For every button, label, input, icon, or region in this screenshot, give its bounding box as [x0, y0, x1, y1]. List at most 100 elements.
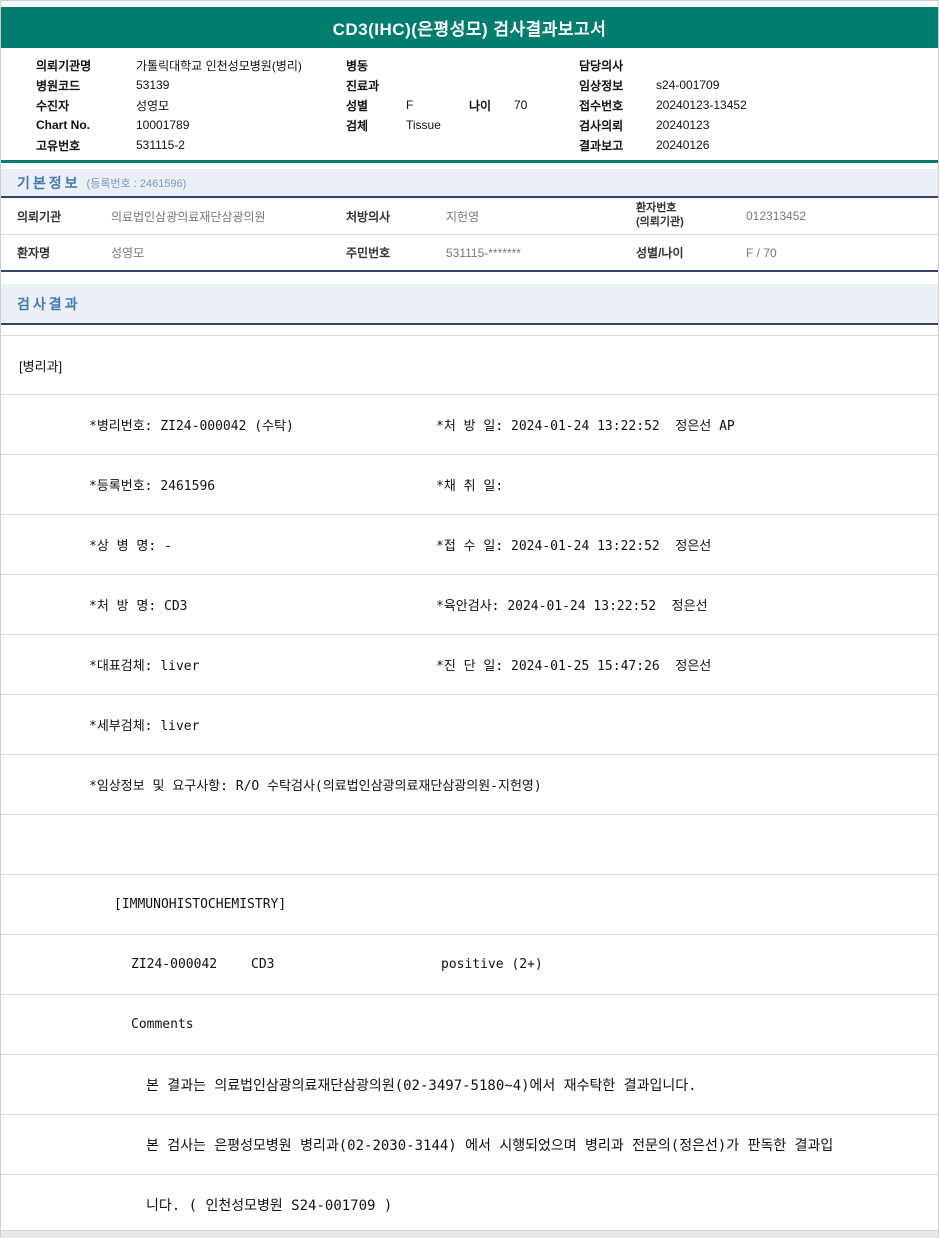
cell-label-line2: (의뢰기관) — [636, 216, 684, 228]
department-label: [병리과] — [19, 358, 63, 374]
teal-divider — [1, 160, 938, 163]
report-title: CD3(IHC)(은평성모) 검사결과보고서 — [332, 20, 607, 39]
field-label: 검체 — [346, 118, 369, 133]
section-header-test-results: 검사결과 — [1, 284, 938, 325]
cell-label: 주민번호 — [346, 246, 391, 260]
report-title-bar: CD3(IHC)(은평성모) 검사결과보고서 — [1, 7, 938, 48]
field-value: s24-001709 — [656, 78, 720, 92]
result-left: *등록번호: 2461596 — [89, 479, 216, 494]
field-label: 병동 — [346, 58, 369, 73]
result-left: *대표검체: liver — [89, 659, 200, 674]
field-label: 수진자 — [36, 98, 70, 113]
result-row-clinical-request: *임상정보 및 요구사항: R/O 수탁검사(의료법인삼광의료재단삼광의원-지헌… — [1, 755, 938, 815]
field-label: 임상정보 — [579, 78, 624, 93]
field-row-chart-no: Chart No. 10001789 — [36, 115, 302, 135]
field-label: 성별 — [346, 98, 369, 113]
field-value-sex: F — [406, 98, 414, 112]
cell-label: 성별/나이 — [636, 246, 684, 260]
department-row: [병리과] — [1, 335, 938, 395]
result-row-registration-no: *등록번호: 2461596 *채 취 일: — [1, 455, 938, 515]
result-right: *육안검사: 2024-01-24 13:22:52 정은선 — [436, 599, 708, 614]
field-row-result-report-date: 결과보고 20240126 — [579, 135, 747, 155]
patient-header-left-column: 의뢰기관명 가톨릭대학교 인천성모병원(병리) 병원코드 53139 수진자 성… — [36, 55, 302, 155]
comment-line: 본 검사는 은평성모병원 병리과(02-2030-3144) 에서 시행되었으며… — [146, 1137, 834, 1154]
field-value: 53139 — [136, 78, 170, 92]
result-row-pathology-no: *병리번호: ZI24-000042 (수탁) *처 방 일: 2024-01-… — [1, 395, 938, 455]
result-row-main-specimen: *대표검체: liver *진 단 일: 2024-01-25 15:47:26… — [1, 635, 938, 695]
result-row-diagnosis-name: *상 병 명: - *접 수 일: 2024-01-24 13:22:52 정은… — [1, 515, 938, 575]
field-row-referring-org: 의뢰기관명 가톨릭대학교 인천성모병원(병리) — [36, 55, 302, 75]
result-right: *채 취 일: — [436, 479, 504, 494]
patient-header: 의뢰기관명 가톨릭대학교 인천성모병원(병리) 병원코드 53139 수진자 성… — [1, 55, 938, 160]
result-left: *처 방 명: CD3 — [89, 599, 188, 614]
stain-result: positive (2+) — [441, 957, 543, 972]
field-label: 담당의사 — [579, 58, 624, 73]
field-value-age: 70 — [514, 98, 528, 112]
section-title: 기본정보 — [17, 174, 81, 191]
cell-value: F / 70 — [746, 245, 777, 260]
cell-label: 환자명 — [17, 246, 51, 260]
report-page: CD3(IHC)(은평성모) 검사결과보고서 의뢰기관명 가톨릭대학교 인천성모… — [0, 0, 939, 1238]
field-row-clinical-info: 임상정보 s24-001709 — [579, 75, 747, 95]
section-header-basic-info: 기본정보 (등록번호 : 2461596) — [1, 169, 938, 198]
stain-result-row: ZI24-000042 CD3 positive (2+) — [1, 935, 938, 995]
result-left: *임상정보 및 요구사항: R/O 수탁검사(의료법인삼광의료재단삼광의원-지헌… — [89, 779, 542, 794]
cell-value: 성영모 — [111, 246, 145, 260]
result-right: *처 방 일: 2024-01-24 13:22:52 정은선 AP — [436, 419, 735, 434]
field-row-ward: 병동 — [346, 55, 527, 75]
section-title: 검사결과 — [17, 295, 81, 312]
field-value: 가톨릭대학교 인천성모병원(병리) — [136, 58, 302, 73]
field-row-hospital-code: 병원코드 53139 — [36, 75, 302, 95]
field-label: 결과보고 — [579, 138, 624, 153]
table-row: 환자명 성영모 주민번호 531115-******* 성별/나이 F / 70 — [1, 235, 938, 272]
result-left: *상 병 명: - — [89, 539, 172, 554]
result-row-sub-specimen: *세부검체: liver — [1, 695, 938, 755]
cell-label: 처방의사 — [346, 209, 391, 224]
cell-label: 환자번호 (의뢰기관) — [636, 202, 746, 230]
table-row: 의뢰기관 의료법인삼광의료재단삼광의원 처방의사 지헌영 환자번호 (의뢰기관) … — [1, 198, 938, 235]
field-value: Tissue — [406, 118, 441, 132]
field-value: 20240123-13452 — [656, 98, 747, 112]
comment-line-row: 니다. ( 인천성모병원 S24-001709 ) — [1, 1175, 938, 1235]
result-row-order-name: *처 방 명: CD3 *육안검사: 2024-01-24 13:22:52 정… — [1, 575, 938, 635]
field-label: 고유번호 — [36, 138, 81, 153]
field-label: 나이 — [469, 98, 492, 113]
field-value: 20240126 — [656, 138, 710, 152]
cell-value: 531115-******* — [446, 245, 521, 260]
registration-number: (등록번호 : 2461596) — [86, 177, 187, 190]
cell-value: 012313452 — [746, 209, 807, 223]
field-row-unique-no: 고유번호 531115-2 — [36, 135, 302, 155]
field-value: 20240123 — [656, 118, 710, 132]
field-label: 의뢰기관명 — [36, 58, 92, 73]
result-left: *세부검체: liver — [89, 719, 200, 734]
immunohistochemistry-header: [IMMUNOHISTOCHEMISTRY] — [114, 897, 287, 912]
field-label: 진료과 — [346, 78, 380, 93]
field-row-patient: 수진자 성영모 — [36, 95, 302, 115]
field-row-test-request-date: 검사의뢰 20240123 — [579, 115, 747, 135]
field-row-sex-age: 성별 F 나이 70 — [346, 95, 527, 115]
cell-label: 의뢰기관 — [17, 209, 62, 224]
basic-info-table: 의뢰기관 의료법인삼광의료재단삼광의원 처방의사 지헌영 환자번호 (의뢰기관) … — [1, 198, 938, 272]
result-left: *병리번호: ZI24-000042 (수탁) — [89, 419, 294, 434]
field-row-specimen: 검체 Tissue — [346, 115, 527, 135]
field-value: 531115-2 — [136, 138, 185, 152]
page-footer — [1, 1230, 938, 1238]
result-row-empty — [1, 815, 938, 875]
comment-line: 본 결과는 의료법인삼광의료재단삼광의원(02-3497-5180~4)에서 재… — [146, 1077, 697, 1094]
result-row-comments-label: Comments — [1, 995, 938, 1055]
comment-line: 니다. ( 인천성모병원 S24-001709 ) — [146, 1197, 393, 1214]
results-body: *병리번호: ZI24-000042 (수탁) *처 방 일: 2024-01-… — [1, 395, 938, 1235]
field-value: 10001789 — [136, 118, 190, 132]
field-row-receipt-no: 접수번호 20240123-13452 — [579, 95, 747, 115]
field-label: 검사의뢰 — [579, 118, 624, 133]
field-row-department: 진료과 — [346, 75, 527, 95]
cell-value: 지헌영 — [446, 209, 480, 224]
specimen-number: ZI24-000042 — [131, 957, 218, 972]
comment-line-row: 본 결과는 의료법인삼광의료재단삼광의원(02-3497-5180~4)에서 재… — [1, 1055, 938, 1115]
patient-header-middle-column: 병동 진료과 성별 F 나이 70 검체 Tissue — [346, 55, 527, 135]
result-right: *진 단 일: 2024-01-25 15:47:26 정은선 — [436, 659, 712, 674]
stain-name: CD3 — [251, 957, 275, 972]
field-value: 성영모 — [136, 98, 170, 113]
patient-header-right-column: 담당의사 임상정보 s24-001709 접수번호 20240123-13452… — [579, 55, 747, 155]
field-label: 병원코드 — [36, 78, 81, 93]
